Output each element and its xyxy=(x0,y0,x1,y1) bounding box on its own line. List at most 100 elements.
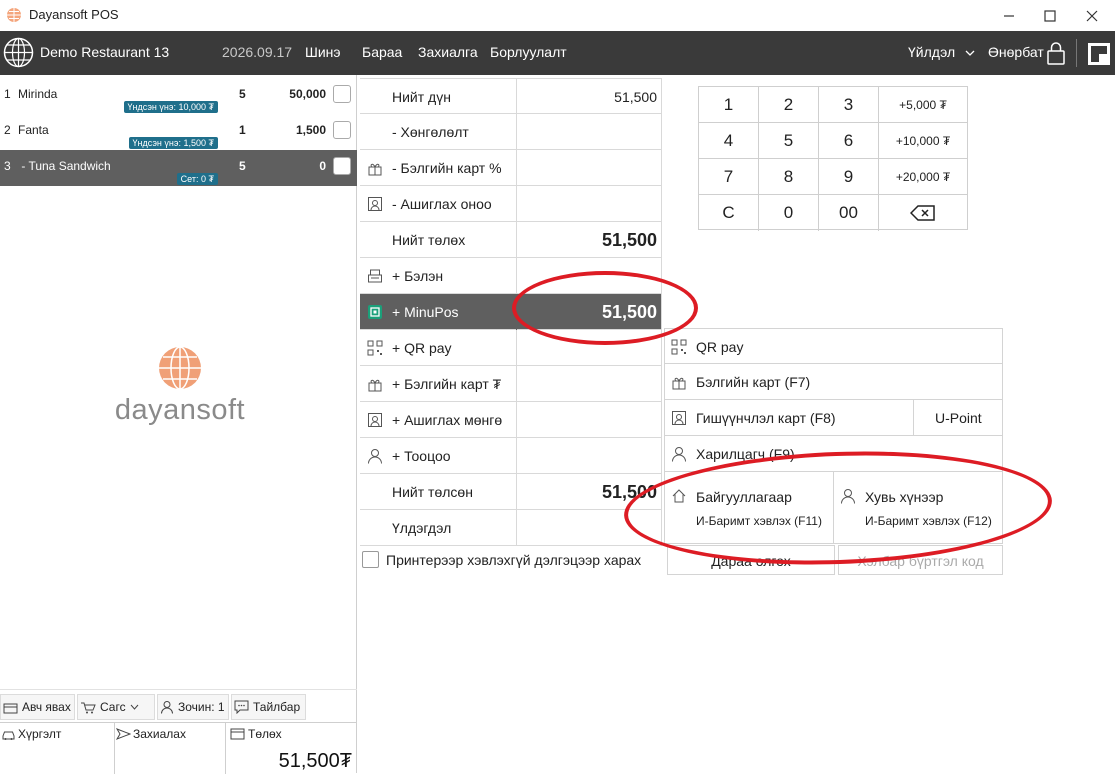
key-5[interactable]: 5 xyxy=(759,123,819,159)
business-date: 2026.09.17 xyxy=(222,44,293,60)
customer-label: Харилцагч (F9) xyxy=(696,446,795,462)
item-name: Fanta xyxy=(18,123,49,137)
key-2[interactable]: 2 xyxy=(759,87,819,123)
summary-label: + Бэлгийн карт ₮ xyxy=(392,376,502,392)
order-item-row[interactable]: 2 Fanta Үндсэн үнэ: 1,500 ₮ 1 1,500 xyxy=(0,114,357,150)
item-amount: 50,000 xyxy=(289,87,326,101)
key-clear[interactable]: C xyxy=(699,195,759,231)
summary-value xyxy=(517,150,662,186)
nav-sales[interactable]: Борлуулалт xyxy=(490,44,567,60)
minimize-button[interactable] xyxy=(986,0,1032,31)
base-price-badge: Үндсэн үнэ: 10,000 ₮ xyxy=(123,101,218,113)
summary-label: - Хөнгөлөлт xyxy=(392,124,469,140)
nav-new[interactable]: Шинэ xyxy=(305,44,341,60)
guest-button[interactable]: Зочин: 1 xyxy=(157,694,229,720)
item-checkbox[interactable] xyxy=(333,157,351,175)
customer-option[interactable]: Харилцагч (F9) xyxy=(664,436,1003,472)
order-panel: 1 Mirinda Үндсэн үнэ: 10,000 ₮ 5 50,000 … xyxy=(0,75,357,774)
takeaway-button[interactable]: Авч явах xyxy=(0,694,75,720)
cash-register-icon xyxy=(368,269,382,283)
key-6[interactable]: 6 xyxy=(819,123,879,159)
key-plus-20000[interactable]: +20,000 ₮ xyxy=(879,159,967,195)
item-checkbox[interactable] xyxy=(333,85,351,103)
order-item-row[interactable]: 1 Mirinda Үндсэн үнэ: 10,000 ₮ 5 50,000 xyxy=(0,78,357,114)
key-9[interactable]: 9 xyxy=(819,159,879,195)
summary-label: + MinuPos xyxy=(392,304,459,320)
cart-dropdown[interactable]: Сагс xyxy=(77,694,155,720)
layout-toggle-icon[interactable] xyxy=(1086,41,1112,67)
top-navigation: Demo Restaurant 13 2026.09.17 Шинэ Бараа… xyxy=(0,31,1115,75)
membership-card-option[interactable]: Гишүүнчлэл карт (F8) xyxy=(664,400,914,436)
register-code-label: Хэлбар бүртгэл код xyxy=(857,553,984,569)
window-title: Dayansoft POS xyxy=(29,7,119,22)
note-button[interactable]: Тайлбар xyxy=(231,694,306,720)
screen-only-option[interactable]: Принтерээр хэвлэхгүй дэлгэцээр харах xyxy=(362,551,641,568)
key-0[interactable]: 0 xyxy=(759,195,819,231)
register-icon xyxy=(230,728,245,740)
actions-menu-label: Үйлдэл xyxy=(908,44,956,60)
close-button[interactable] xyxy=(1069,0,1115,31)
organization-title: Байгууллагаар xyxy=(696,489,792,505)
summary-row-cash[interactable]: + Бэлэн xyxy=(360,258,662,294)
nav-orders[interactable]: Захиалга xyxy=(418,44,478,60)
user-name[interactable]: Өнөрбат xyxy=(988,44,1044,60)
screen-only-checkbox[interactable] xyxy=(362,551,379,568)
summary-row-use-money[interactable]: + Ашиглах мөнгө xyxy=(360,402,662,438)
summary-row-use-points[interactable]: - Ашиглах оноо xyxy=(360,186,662,222)
person-icon xyxy=(368,449,382,464)
nav-products[interactable]: Бараа xyxy=(362,44,402,60)
qr-icon xyxy=(671,339,687,355)
key-4[interactable]: 4 xyxy=(699,123,759,159)
item-quantity: 5 xyxy=(239,159,246,173)
summary-label: + QR pay xyxy=(392,340,452,356)
register-code-button[interactable]: Хэлбар бүртгэл код xyxy=(838,545,1003,575)
summary-row-total-paid: Нийт төлсөн 51,500 xyxy=(360,474,662,510)
summary-row-gift-card-percent[interactable]: - Бэлгийн карт % xyxy=(360,150,662,186)
give-later-button[interactable]: Дараа олгох xyxy=(667,545,835,575)
qr-pay-option[interactable]: QR pay xyxy=(664,328,1003,364)
summary-row-minupos[interactable]: + MinuPos 51,500 xyxy=(360,294,662,330)
summary-row-amount-due: Нийт төлөх 51,500 xyxy=(360,222,662,258)
gift-icon xyxy=(368,379,382,392)
order-item-row-selected[interactable]: 3 - Tuna Sandwich Сет: 0 ₮ 5 0 xyxy=(0,150,357,186)
pay-label: Төлөх xyxy=(248,727,282,741)
summary-row-qr-pay[interactable]: + QR pay xyxy=(360,330,662,366)
personal-ebarimt-option[interactable]: Хувь хүнээр И-Баримт хэвлэх (F12) xyxy=(833,472,1003,544)
base-price-badge: Үндсэн үнэ: 1,500 ₮ xyxy=(128,137,218,149)
key-3[interactable]: 3 xyxy=(819,87,879,123)
summary-label: + Ашиглах мөнгө xyxy=(392,412,503,428)
key-00[interactable]: 00 xyxy=(819,195,879,231)
summary-row-gift-card-amount[interactable]: + Бэлгийн карт ₮ xyxy=(360,366,662,402)
upoint-option[interactable]: U-Point xyxy=(913,400,1003,436)
comment-icon xyxy=(234,700,249,714)
maximize-button[interactable] xyxy=(1027,0,1073,31)
gift-card-option[interactable]: Бэлгийн карт (F7) xyxy=(664,364,1003,400)
numeric-keypad: 1 2 3 +5,000 ₮ 4 5 6 +10,000 ₮ 7 8 9 +20… xyxy=(698,86,968,231)
key-8[interactable]: 8 xyxy=(759,159,819,195)
chevron-down-icon xyxy=(130,704,138,710)
lock-icon[interactable] xyxy=(1046,41,1066,65)
person-icon xyxy=(161,701,173,714)
summary-value xyxy=(517,114,662,150)
takeaway-label: Авч явах xyxy=(22,700,71,714)
divider xyxy=(1076,39,1077,67)
summary-row-discount[interactable]: - Хөнгөлөлт xyxy=(360,114,662,150)
summary-value xyxy=(517,366,662,402)
key-plus-5000[interactable]: +5,000 ₮ xyxy=(879,87,967,123)
item-number: 2 xyxy=(4,123,11,137)
summary-value[interactable]: 51,500 xyxy=(517,294,662,330)
summary-label: - Бэлгийн карт % xyxy=(392,160,502,176)
minupos-icon xyxy=(368,305,382,319)
summary-label: + Бэлэн xyxy=(392,268,444,284)
key-7[interactable]: 7 xyxy=(699,159,759,195)
item-checkbox[interactable] xyxy=(333,121,351,139)
actions-menu[interactable]: Үйлдэл xyxy=(908,44,975,60)
key-backspace[interactable] xyxy=(879,195,967,231)
globe-icon[interactable] xyxy=(2,36,35,69)
key-plus-10000[interactable]: +10,000 ₮ xyxy=(879,123,967,159)
key-1[interactable]: 1 xyxy=(699,87,759,123)
organization-ebarimt-option[interactable]: Байгууллагаар И-Баримт хэвлэх (F11) xyxy=(664,472,834,544)
item-amount: 0 xyxy=(319,159,326,173)
summary-row-settlement[interactable]: + Тооцоо xyxy=(360,438,662,474)
status-bar xyxy=(0,765,1115,773)
